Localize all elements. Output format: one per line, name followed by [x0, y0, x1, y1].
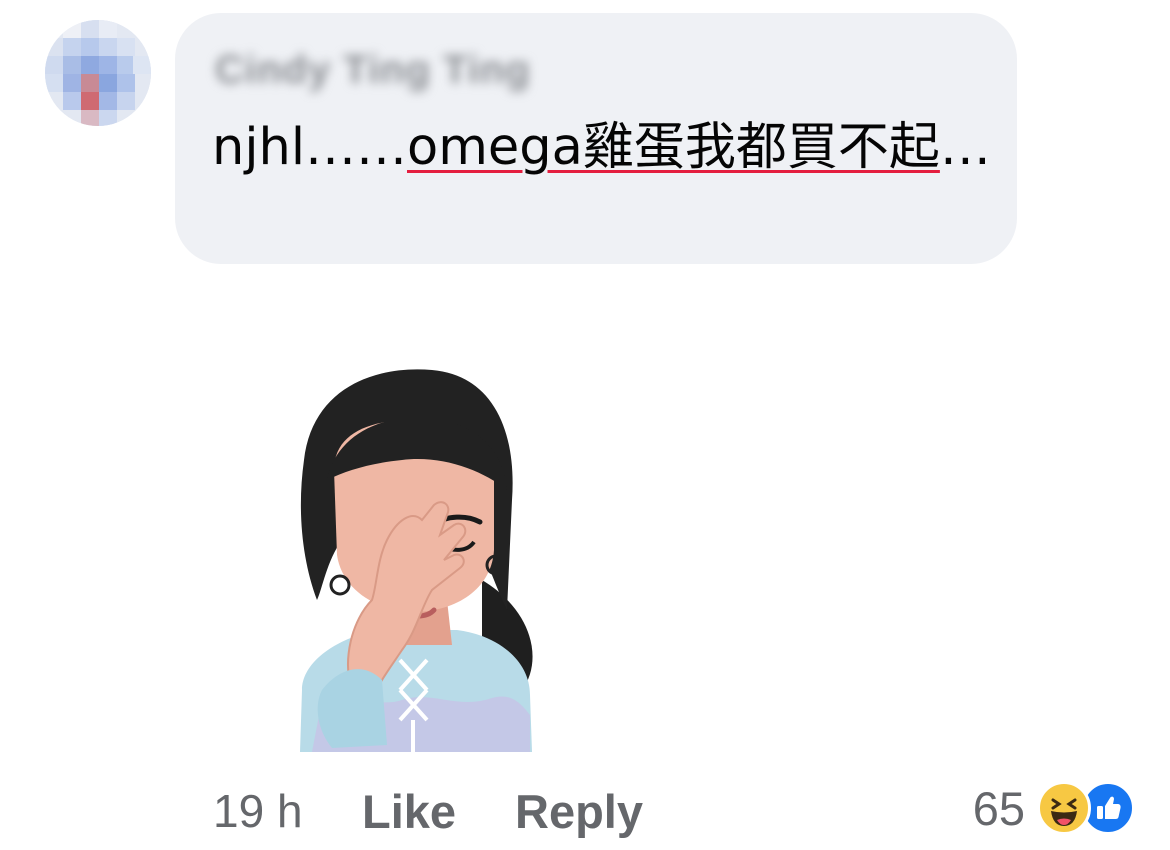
facepalm-sticker[interactable] — [282, 360, 544, 760]
spellcheck-underlined-text: omega雞蛋我都買不起 — [407, 118, 940, 177]
reaction-summary[interactable]: 65 — [973, 780, 1135, 836]
reply-button[interactable]: Reply — [515, 784, 643, 839]
like-button[interactable]: Like — [362, 784, 456, 839]
avatar-pixel-image — [45, 20, 151, 126]
reaction-count: 65 — [972, 781, 1025, 835]
facepalm-memoji-icon — [300, 369, 533, 752]
commenter-avatar[interactable] — [45, 20, 151, 126]
comment-text: njhl……omega雞蛋我都買不起… — [212, 113, 1002, 182]
comment-text-part1: njhl…… — [212, 118, 407, 177]
comment-bubble: Cindy Ting Ting njhl……omega雞蛋我都買不起… — [175, 13, 1017, 264]
comment-text-part2: … — [939, 118, 991, 177]
comment-timestamp[interactable]: 19 h — [213, 784, 303, 838]
comment-footer: 19 h Like Reply 65 — [0, 780, 1170, 840]
haha-icon — [1037, 781, 1091, 835]
author-name[interactable]: Cindy Ting Ting — [215, 48, 531, 93]
